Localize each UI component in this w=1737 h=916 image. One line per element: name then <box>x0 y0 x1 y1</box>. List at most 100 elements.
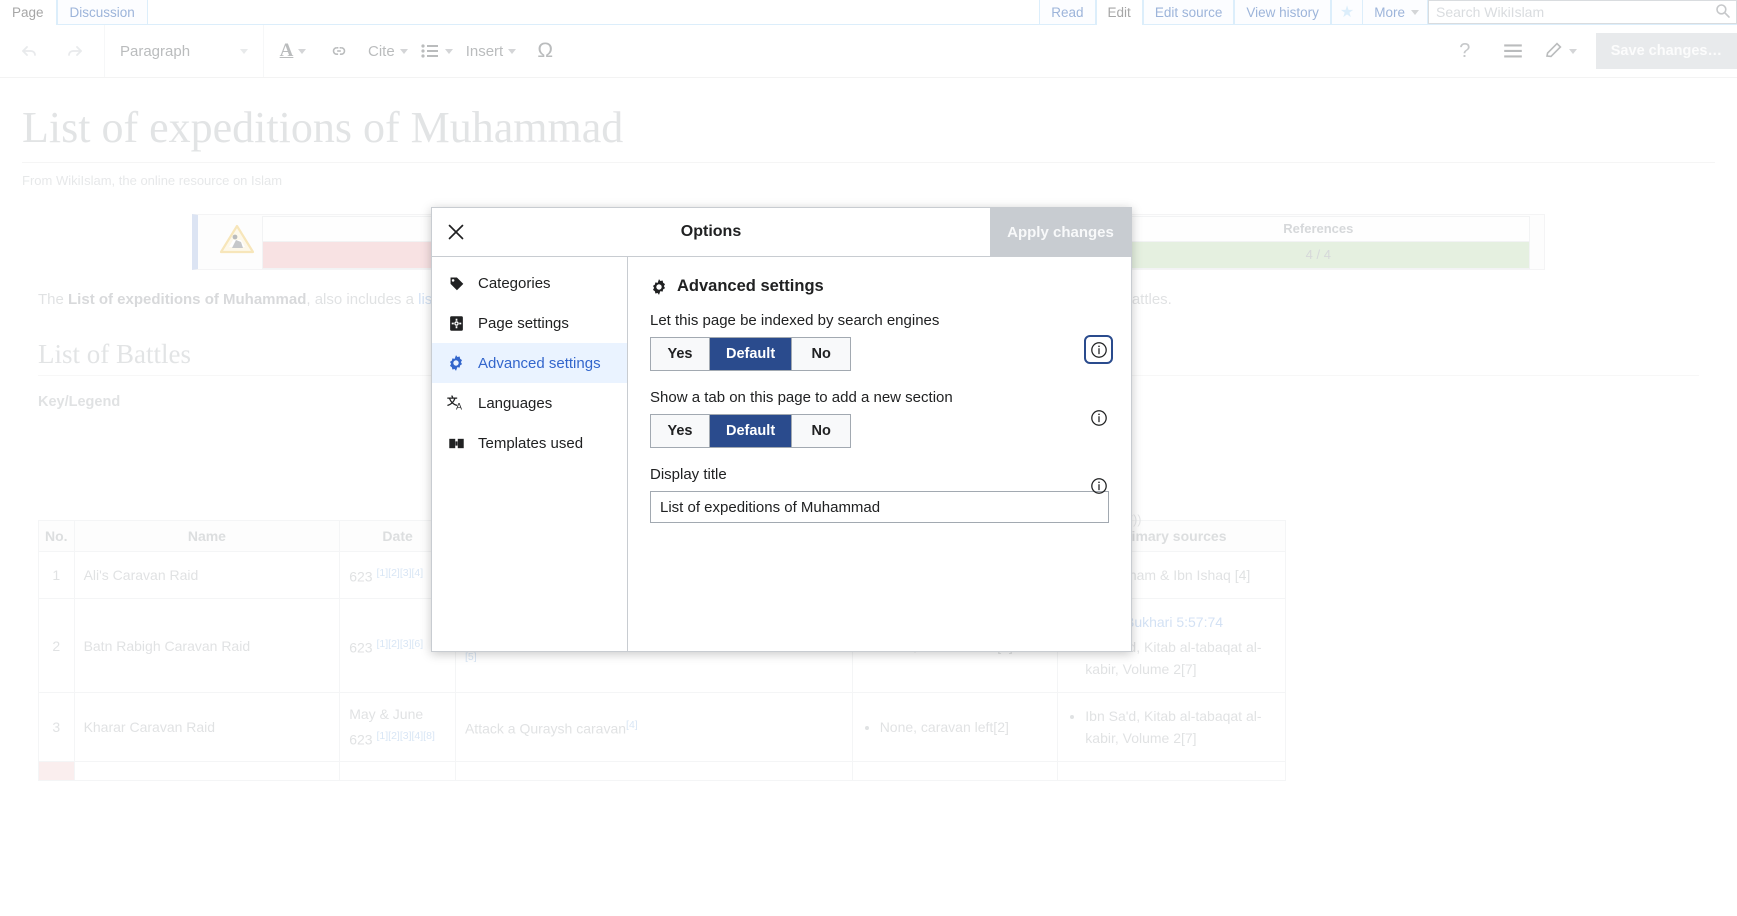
nav-edit[interactable]: Edit <box>1096 0 1143 28</box>
sidebar-item-templates-used[interactable]: Templates used <box>432 423 627 463</box>
namespace-tabs: Page Discussion <box>0 0 148 24</box>
dialog-header: Options Apply changes <box>432 208 1131 257</box>
undo-arrow-icon[interactable] <box>6 34 52 68</box>
nav-more-menu[interactable]: More <box>1363 0 1428 24</box>
sidebar-item-page-settings[interactable]: Page settings <box>432 303 627 343</box>
intro-bold-title: List of expeditions of Muhammad <box>68 291 306 308</box>
cite-label: Cite <box>368 43 395 60</box>
cell-date <box>340 762 456 781</box>
info-icon[interactable] <box>1088 339 1109 360</box>
tag-icon <box>446 273 466 293</box>
field-label-new-section-tab: Show a tab on this page to add a new sec… <box>650 389 1109 406</box>
cell-no: 3 <box>39 693 75 762</box>
cell-sources: Ibn Sa'd, Kitab al-tabaqat al-kabir, Vol… <box>1058 693 1286 762</box>
chevron-down-icon <box>445 49 453 54</box>
paragraph-style-label: Paragraph <box>120 43 190 60</box>
history-group <box>0 25 105 77</box>
progress-col-references: References 4 / 4 <box>1108 217 1529 268</box>
construction-warning-icon <box>212 223 262 262</box>
objective-refs[interactable]: [4] <box>626 719 638 731</box>
redo-arrow-icon[interactable] <box>52 34 98 68</box>
language-icon: 文 A <box>446 393 466 413</box>
chain-link-icon[interactable] <box>316 34 362 68</box>
cell-name: Kharar Caravan Raid <box>74 693 340 762</box>
chevron-down-icon <box>298 49 306 54</box>
search-box[interactable] <box>1428 0 1737 24</box>
apply-changes-button[interactable]: Apply changes <box>990 208 1131 256</box>
special-character-icon[interactable]: Ω <box>522 34 568 68</box>
tab-page[interactable]: Page <box>0 0 57 28</box>
hamburger-menu-icon[interactable] <box>1490 34 1536 68</box>
underlined-a-icon[interactable]: A <box>270 34 316 68</box>
gear-icon <box>650 278 668 296</box>
info-icon[interactable] <box>1088 475 1109 496</box>
pencil-icon[interactable] <box>1538 34 1584 68</box>
chevron-down-icon <box>1411 10 1419 15</box>
star-icon[interactable]: ★ <box>1331 0 1363 24</box>
date-value: 623 <box>349 569 372 585</box>
omega-glyph: Ω <box>537 39 553 63</box>
formatting-group: A Cite <box>264 25 574 77</box>
date-refs[interactable]: [1][2][3][4][8] <box>376 730 434 742</box>
option-default[interactable]: Default <box>710 415 792 447</box>
question-mark-icon[interactable]: ? <box>1442 34 1488 68</box>
display-title-input[interactable] <box>650 491 1109 523</box>
objective-text: Attack a Quraysh caravan <box>465 721 626 737</box>
nav-edit-source[interactable]: Edit source <box>1143 0 1235 24</box>
cell-result: None, caravan left[2] <box>852 693 1058 762</box>
field-label-display-title: Display title <box>650 466 1109 483</box>
svg-text:A: A <box>456 401 462 411</box>
sidebar-item-advanced-settings[interactable]: Advanced settings <box>432 343 627 383</box>
dialog-title: Options <box>432 208 990 256</box>
sidebar-item-categories[interactable]: Categories <box>432 263 627 303</box>
date-value: 623 <box>349 639 372 655</box>
intro-text-2: , also includes a <box>306 291 418 308</box>
cite-dropdown[interactable]: Cite <box>362 34 414 68</box>
tab-discussion[interactable]: Discussion <box>57 0 148 24</box>
table-row <box>39 762 1286 781</box>
cell-result <box>852 762 1058 781</box>
nav-view-history[interactable]: View history <box>1234 0 1331 24</box>
page-settings-icon <box>446 313 466 333</box>
nav-read[interactable]: Read <box>1039 0 1095 24</box>
option-no[interactable]: No <box>792 415 850 447</box>
button-select-index-search-engines: Yes Default No <box>650 337 851 371</box>
sidebar-item-label: Templates used <box>478 435 583 452</box>
info-icon[interactable] <box>1088 407 1109 428</box>
intro-text-0: The <box>38 291 68 308</box>
title-divider <box>22 162 1715 163</box>
sidebar-item-label: Categories <box>478 275 551 292</box>
cell-name: Ali's Caravan Raid <box>74 552 340 599</box>
option-default[interactable]: Default <box>710 338 792 370</box>
dialog-body: Categories Page settings <box>432 257 1131 651</box>
paragraph-style-group: Paragraph <box>105 25 264 77</box>
save-changes-button[interactable]: Save changes… <box>1596 33 1737 69</box>
bullet-list-icon[interactable] <box>414 34 460 68</box>
option-no[interactable]: No <box>792 338 850 370</box>
sidebar-item-languages[interactable]: 文 A Languages <box>432 383 627 423</box>
option-yes[interactable]: Yes <box>651 415 710 447</box>
sidebar-item-label: Page settings <box>478 315 569 332</box>
date-refs[interactable]: [1][2][3][4] <box>376 567 423 579</box>
puzzle-icon <box>446 433 466 453</box>
site-tagline: From WikiIslam, the online resource on I… <box>22 173 1715 188</box>
option-yes[interactable]: Yes <box>651 338 710 370</box>
search-input[interactable] <box>1429 2 1736 22</box>
insert-dropdown[interactable]: Insert <box>460 34 523 68</box>
nav-more-label: More <box>1374 4 1405 21</box>
cell-date: May & June 623 [1][2][3][4][8] <box>340 693 456 762</box>
toolbar-right-group: ? Save changes… <box>1442 25 1737 77</box>
cell-sources <box>1058 762 1286 781</box>
button-select-new-section-tab: Yes Default No <box>650 414 851 448</box>
dialog-main-panel: Advanced settings Let this page be index… <box>628 257 1131 651</box>
search-icon[interactable] <box>1715 3 1731 19</box>
sidebar-item-label: Advanced settings <box>478 355 601 372</box>
chevron-down-icon <box>1569 49 1577 54</box>
field-label-index-search-engines: Let this page be indexed by search engin… <box>650 312 1109 329</box>
sidebar-item-label: Languages <box>478 395 552 412</box>
paragraph-style-dropdown[interactable]: Paragraph <box>111 34 257 68</box>
page-actions: Read Edit Edit source View history ★ Mor… <box>1039 0 1737 24</box>
cell-no: 2 <box>39 599 75 693</box>
date-refs[interactable]: [1][2][3][6] <box>376 638 423 650</box>
col-no: No. <box>39 521 75 552</box>
